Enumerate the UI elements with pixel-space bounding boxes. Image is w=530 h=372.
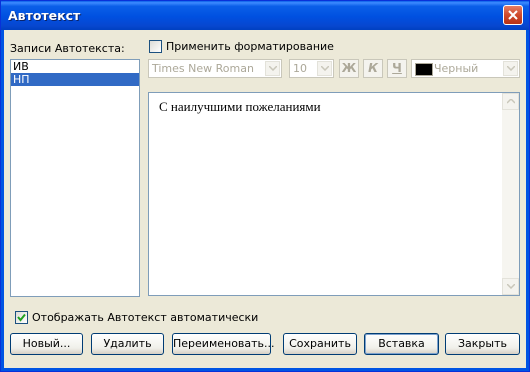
chevron-down-icon xyxy=(507,284,515,289)
checkmark-icon xyxy=(17,313,26,322)
chevron-down-icon xyxy=(503,61,518,76)
color-swatch xyxy=(415,63,433,76)
apply-formatting-checkbox[interactable] xyxy=(149,40,162,53)
show-autotext-checkbox[interactable] xyxy=(15,311,28,324)
rename-button[interactable]: Переименовать... xyxy=(172,333,275,355)
dialog-body: Записи Автотекста: ИВ НП Применить форма… xyxy=(4,30,526,368)
underline-button[interactable]: Ч xyxy=(387,59,407,78)
entries-list[interactable]: ИВ НП xyxy=(10,59,140,297)
list-item[interactable]: ИВ xyxy=(11,60,139,73)
size-select[interactable]: 10 xyxy=(289,59,334,78)
font-value: Times New Roman xyxy=(152,62,254,75)
size-value: 10 xyxy=(293,62,307,75)
chevron-down-icon xyxy=(265,61,280,76)
scroll-up-button[interactable] xyxy=(502,93,519,110)
autotext-dialog: Автотекст Записи Автотекста: ИВ НП Приме… xyxy=(0,0,530,372)
color-value: Черный xyxy=(434,62,479,75)
chevron-down-icon xyxy=(317,61,332,76)
window-title: Автотекст xyxy=(8,8,81,23)
scroll-down-button[interactable] xyxy=(502,278,519,295)
list-item[interactable]: НП xyxy=(11,73,139,86)
close-window-button[interactable] xyxy=(503,5,523,25)
bold-button[interactable]: Ж xyxy=(339,59,359,78)
preview-text: С наилучшими пожеланиями xyxy=(159,99,321,114)
apply-formatting-label: Применить форматирование xyxy=(166,40,334,53)
font-select[interactable]: Times New Roman xyxy=(148,59,282,78)
insert-button[interactable]: Вставка xyxy=(364,333,439,355)
show-autotext-label: Отображать Автотекст автоматически xyxy=(32,311,259,324)
color-select[interactable]: Черный xyxy=(411,59,520,78)
vertical-scrollbar[interactable] xyxy=(502,93,519,295)
preview-pane: С наилучшими пожеланиями xyxy=(148,92,520,296)
close-button[interactable]: Закрыть xyxy=(445,333,520,355)
new-button[interactable]: Новый... xyxy=(10,333,83,355)
italic-button[interactable]: К xyxy=(363,59,383,78)
save-button[interactable]: Сохранить xyxy=(283,333,357,355)
entries-label: Записи Автотекста: xyxy=(10,42,125,55)
delete-button[interactable]: Удалить xyxy=(91,333,164,355)
chevron-up-icon xyxy=(507,99,515,104)
close-icon xyxy=(508,10,518,20)
title-bar[interactable]: Автотекст xyxy=(1,1,529,30)
